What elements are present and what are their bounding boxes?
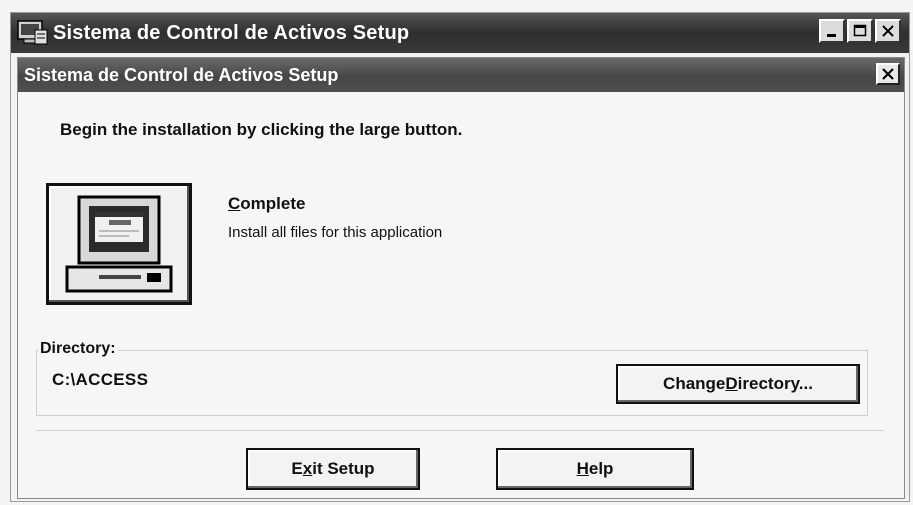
setup-app-icon <box>17 20 48 45</box>
change-label-pre: Change <box>663 374 726 393</box>
close-button[interactable] <box>875 19 901 43</box>
mnemonic-c: C <box>228 194 241 213</box>
maximize-icon <box>853 24 867 37</box>
option-title: Complete <box>228 194 305 214</box>
maximize-button[interactable] <box>847 19 873 43</box>
mnemonic-h: H <box>576 459 589 478</box>
help-button[interactable]: Help <box>496 448 694 490</box>
close-icon <box>882 68 894 80</box>
separator <box>36 430 884 431</box>
instruction-text: Begin the installation by clicking the l… <box>60 120 463 139</box>
change-directory-button[interactable]: Change Directory... <box>616 364 860 404</box>
window-title: Sistema de Control de Activos Setup <box>53 21 410 44</box>
setup-window: Sistema de Control de Activos Setup Sist… <box>10 12 910 502</box>
change-label-post: irectory... <box>737 374 813 393</box>
help-label-post: elp <box>588 459 614 478</box>
mnemonic-d: D <box>725 374 738 393</box>
dialog-title: Sistema de Control de Activos Setup <box>24 64 339 85</box>
setup-dialog: Sistema de Control de Activos Setup Begi… <box>17 57 905 499</box>
directory-label: Directory: <box>38 340 118 358</box>
exit-label-post: it Setup <box>312 459 375 478</box>
minimize-button[interactable] <box>819 19 845 43</box>
mnemonic-x: x <box>302 459 313 478</box>
dialog-title-bar[interactable]: Sistema de Control de Activos Setup <box>18 58 904 92</box>
dialog-close-button[interactable] <box>876 63 900 85</box>
complete-install-button[interactable] <box>46 183 192 305</box>
window-title-bar[interactable]: Sistema de Control de Activos Setup <box>11 13 909 53</box>
minimize-icon <box>827 34 836 37</box>
window-controls <box>819 19 901 43</box>
exit-label-pre: E <box>291 459 303 478</box>
option-description: Install all files for this application <box>228 224 443 241</box>
close-icon <box>882 25 894 37</box>
computer-icon <box>65 195 173 293</box>
exit-setup-button[interactable]: Ex it Setup <box>246 448 420 490</box>
option-title-rest: omplete <box>240 194 306 213</box>
directory-path: C:\ACCESS <box>52 370 149 389</box>
